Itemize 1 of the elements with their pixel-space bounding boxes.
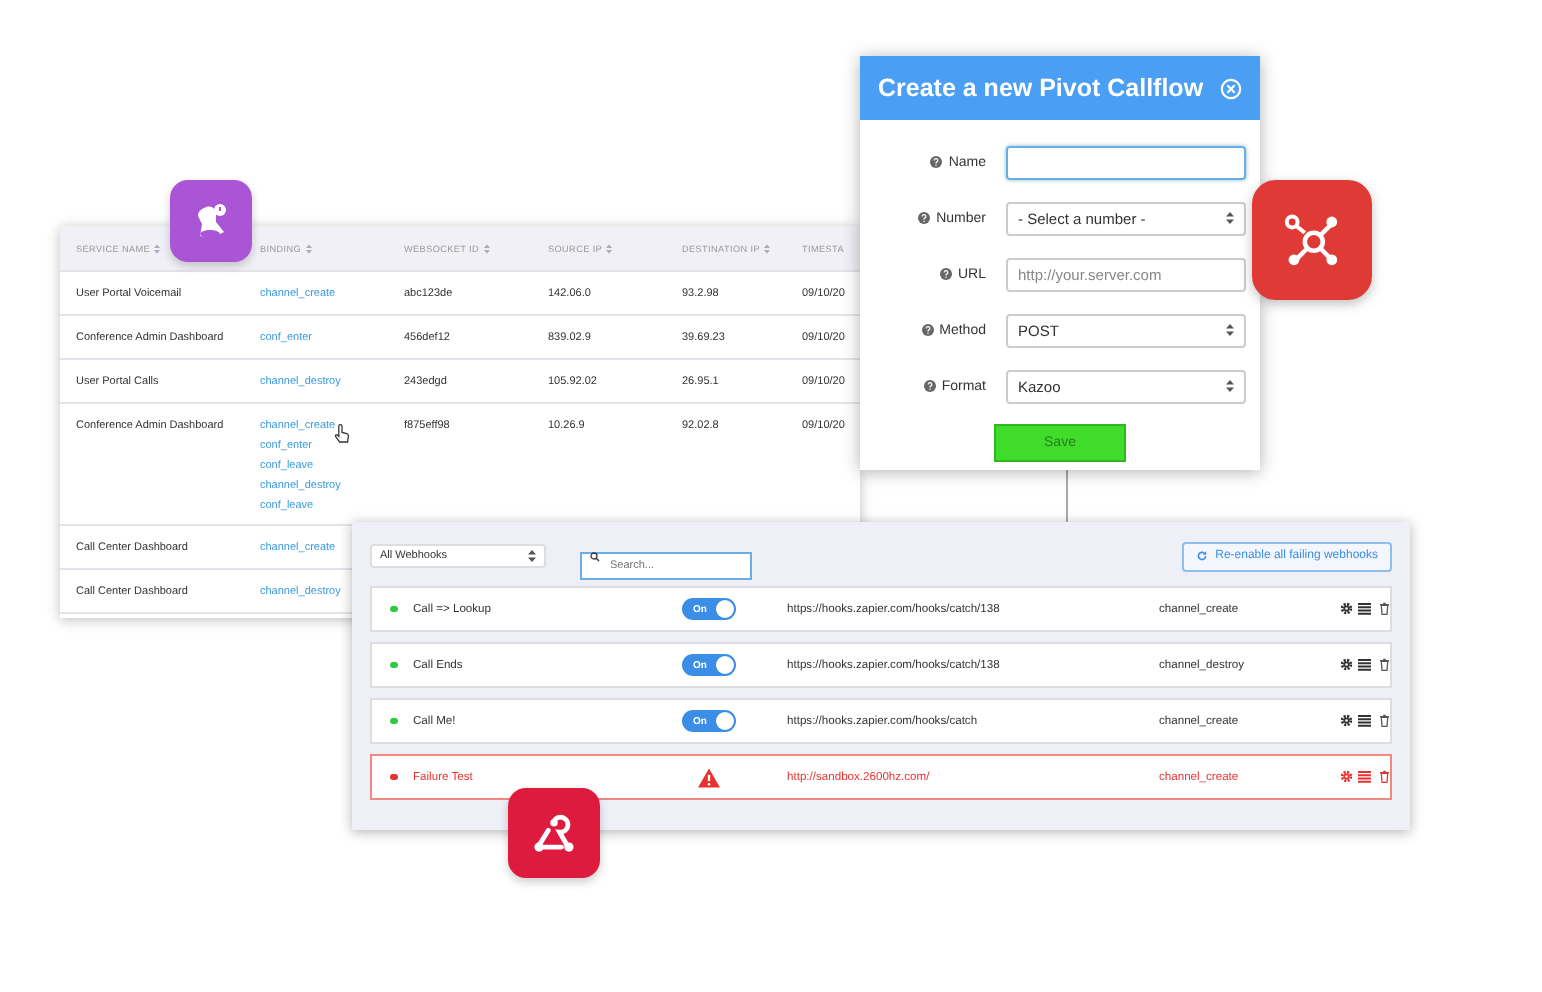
dialog-title: Create a new Pivot Callflow xyxy=(878,74,1204,102)
